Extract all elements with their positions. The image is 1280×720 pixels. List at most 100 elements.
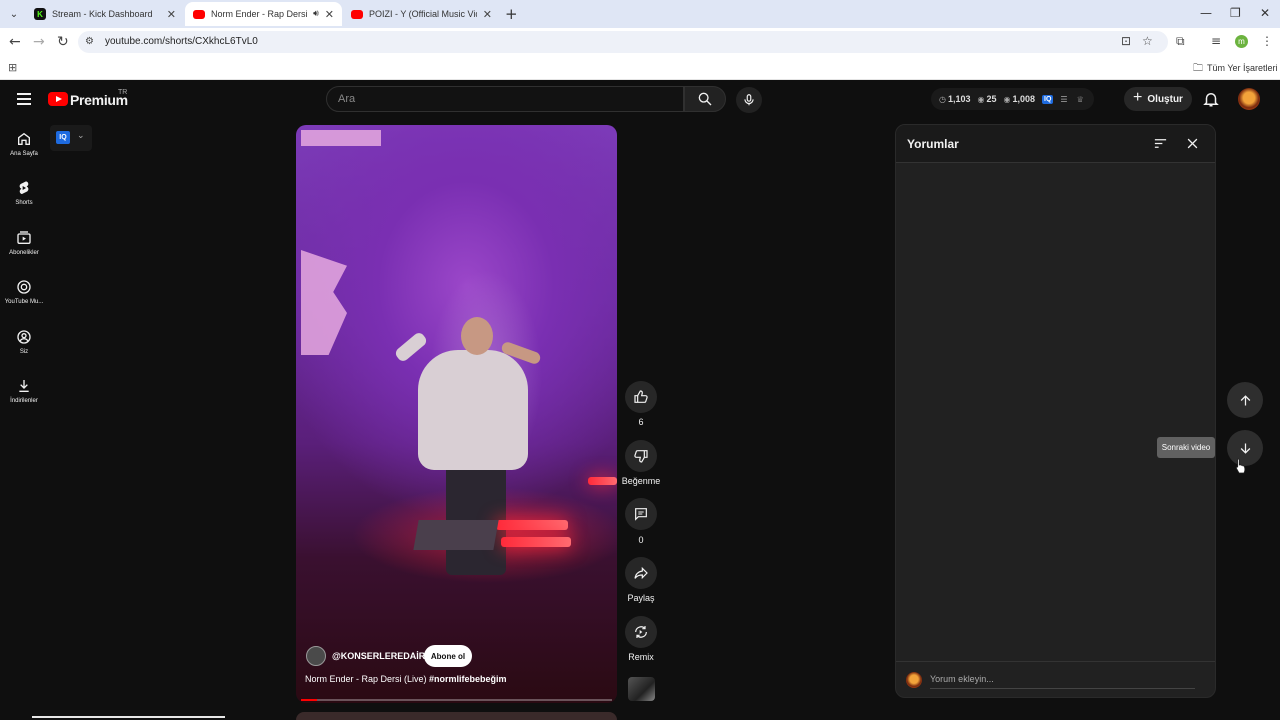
close-comments-button[interactable]	[1185, 136, 1200, 156]
next-short-preview[interactable]	[296, 712, 617, 720]
sidebar-item-label: İndirilenler	[10, 398, 38, 404]
search-input[interactable]	[326, 86, 684, 112]
channel-avatar[interactable]	[306, 646, 326, 666]
notifications-button[interactable]	[1202, 90, 1220, 113]
video-progress-fill	[301, 699, 317, 701]
remix-icon	[635, 626, 647, 638]
sort-icon	[1154, 139, 1167, 148]
arrow-down-icon	[1240, 443, 1250, 454]
remix-button[interactable]	[625, 616, 657, 648]
you-icon	[17, 330, 31, 344]
close-tab-icon[interactable]: ✕	[167, 8, 176, 21]
all-bookmarks[interactable]: 🗀︎ Tüm Yer İşaretleri	[1193, 61, 1278, 78]
tab-poizi[interactable]: POIZI - Y (Official Music Video) ✕	[343, 2, 500, 26]
install-app-icon[interactable]: ⊡	[1121, 34, 1131, 48]
tab-title: Stream - Kick Dashboard	[52, 9, 153, 19]
tab-title: Norm Ender - Rap Dersi (Li	[211, 9, 309, 19]
youtube-logo-icon[interactable]	[48, 92, 68, 106]
channel-name[interactable]: @KONSERLEREDAİR	[332, 651, 425, 661]
youtube-music-icon	[17, 280, 31, 294]
dislike-label: Beğenme	[621, 476, 661, 486]
close-tab-icon[interactable]: ✕	[483, 8, 492, 21]
guide-scroll-indicator	[32, 716, 225, 718]
search-icon	[698, 92, 712, 106]
minimize-icon[interactable]: —	[1200, 6, 1212, 20]
next-video-tooltip: Sonraki video	[1157, 437, 1215, 458]
voice-search-button[interactable]	[736, 87, 762, 113]
comments-button[interactable]	[625, 498, 657, 530]
sound-thumbnail[interactable]	[628, 677, 655, 701]
bookmarks-bar	[0, 56, 1280, 80]
video-title[interactable]: Norm Ender - Rap Dersi (Live) #normlifeb…	[305, 674, 507, 684]
sidebar-item-subscriptions[interactable]: Abonelikler	[0, 230, 48, 256]
tab-title: POIZI - Y (Official Music Video)	[369, 9, 477, 19]
extensions-icon[interactable]: ⧉	[1176, 34, 1185, 49]
sidebar-item-youtube-music[interactable]: YouTube Mu...	[0, 279, 48, 305]
tab-norm-ender[interactable]: Norm Ender - Rap Dersi (Li 🔊︎ ✕	[185, 2, 342, 26]
profile-avatar[interactable]: m	[1235, 35, 1248, 48]
subscribe-button[interactable]: Abone ol	[424, 645, 472, 667]
tab-kick-dashboard[interactable]: K Stream - Kick Dashboard ✕	[26, 2, 184, 26]
more-menu-icon[interactable]: ⋮	[1261, 34, 1273, 48]
plus-icon: +	[1133, 89, 1143, 106]
arrow-up-icon	[1240, 394, 1250, 405]
video-hashtag[interactable]: #normlifebebeğim	[429, 674, 507, 684]
audio-playing-icon[interactable]: 🔊︎	[313, 9, 319, 19]
apps-grid-icon[interactable]: ⊞	[8, 61, 17, 74]
sidebar-item-label: Siz	[19, 349, 29, 355]
window-close-icon[interactable]: ✕	[1260, 6, 1270, 20]
previous-video-button[interactable]	[1227, 382, 1263, 418]
reading-list-icon[interactable]: ≡	[1211, 34, 1221, 48]
tab-search-icon[interactable]: ⌄	[4, 5, 24, 23]
comments-panel: Yorumlar Yorum ekleyin...	[895, 124, 1216, 698]
bookmark-star-icon[interactable]: ☆	[1142, 34, 1153, 48]
subscriptions-icon	[17, 231, 31, 244]
trophy-icon[interactable]: ♕	[1077, 95, 1084, 104]
restore-icon[interactable]: ❐	[1230, 6, 1241, 20]
sidebar-item-shorts[interactable]: Shorts	[0, 180, 48, 206]
iq-extension-button[interactable]: IQ ⌄	[50, 125, 92, 151]
kick-favicon-icon: K	[34, 8, 46, 20]
sidebar-item-downloads[interactable]: İndirilenler	[0, 378, 48, 404]
reload-icon[interactable]: ↻	[57, 34, 69, 50]
performer-head	[461, 317, 493, 355]
new-tab-icon[interactable]: +	[505, 5, 518, 23]
close-icon	[1187, 138, 1198, 149]
sidebar-item-home[interactable]: Ana Sayfa	[0, 131, 48, 157]
dislike-button[interactable]	[625, 440, 657, 472]
create-button[interactable]: + Oluştur	[1124, 87, 1192, 111]
back-icon[interactable]: ←	[9, 34, 21, 50]
iq-extension-badge: IQ	[56, 131, 70, 144]
add-comment-input[interactable]: Yorum ekleyin...	[930, 674, 994, 684]
performer-legs	[446, 455, 506, 575]
forward-icon[interactable]: →	[33, 34, 45, 50]
share-icon	[634, 566, 648, 580]
sort-comments-button[interactable]	[1153, 136, 1168, 156]
like-button[interactable]	[625, 381, 657, 413]
stage-decor	[301, 130, 381, 146]
youtube-favicon-icon	[193, 9, 205, 19]
share-button[interactable]	[625, 557, 657, 589]
sidebar-item-you[interactable]: Siz	[0, 329, 48, 355]
home-icon	[18, 132, 30, 145]
region-code: TR	[118, 89, 128, 96]
iq-badge[interactable]: IQ	[1042, 94, 1054, 104]
chevron-down-icon: ⌄	[77, 131, 85, 141]
url-text[interactable]: youtube.com/shorts/CXkhcL6TvL0	[105, 36, 258, 47]
video-progress-bar[interactable]	[301, 699, 612, 701]
comment-icon	[635, 508, 647, 521]
list-icon[interactable]: ☰	[1060, 95, 1067, 104]
sidebar-item-label: Abonelikler	[9, 250, 39, 256]
stat-eye: 1,008	[1012, 94, 1036, 104]
extension-stats[interactable]: ◷ 1,103 ◉ 25 ◉ 1,008 IQ ☰ ♕	[931, 88, 1094, 110]
thumbs-up-icon	[634, 390, 648, 403]
user-avatar[interactable]	[1238, 88, 1260, 110]
stage-light	[496, 520, 568, 530]
eye-icon: ◉	[1003, 95, 1011, 104]
shorts-video-player[interactable]: @KONSERLEREDAİR Abone ol Norm Ender - Ra…	[296, 125, 617, 703]
search-button[interactable]	[684, 86, 726, 112]
menu-icon[interactable]	[17, 93, 31, 108]
close-tab-icon[interactable]: ✕	[325, 8, 334, 21]
share-label: Paylaş	[627, 593, 655, 603]
site-info-icon[interactable]: ⚙	[85, 36, 94, 47]
